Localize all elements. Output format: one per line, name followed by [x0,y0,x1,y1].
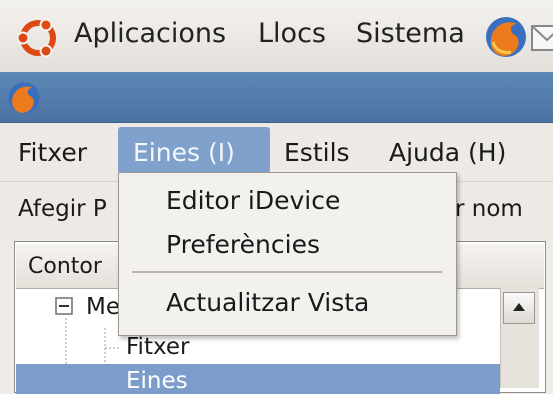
tree-header-label: Contor [28,254,102,279]
menu-separator [132,271,442,273]
firefox-launcher-icon[interactable] [483,14,529,60]
add-page-button[interactable]: Afegir P [18,196,107,222]
firefox-window-icon [8,82,40,114]
selected-row[interactable] [16,364,500,394]
window-titlebar[interactable] [0,72,553,123]
tree-root-node[interactable]: Me [86,294,120,320]
menu-fitxer[interactable]: Fitxer [18,138,87,167]
menu-item-editor-idevice[interactable]: Editor iDevice [166,186,340,215]
collapse-node-icon[interactable] [54,296,76,318]
tree-node-fitxer[interactable]: Fitxer [126,334,189,360]
menu-item-preferences[interactable]: Preferències [166,230,320,259]
rename-button[interactable]: r nom [455,196,523,222]
arrow-up-icon [513,303,525,311]
menu-estils[interactable]: Estils [284,138,350,167]
panel-menu-applications[interactable]: Aplicacions [74,18,226,49]
panel-menu-places[interactable]: Llocs [258,18,326,49]
menu-item-refresh-view[interactable]: Actualitzar Vista [166,288,369,317]
tree-node-eines[interactable]: Eines [126,368,188,394]
ubuntu-logo-icon[interactable] [14,16,64,58]
panel-menu-system[interactable]: Sistema [356,18,465,49]
menu-eines[interactable]: Eines (I) [133,138,235,167]
menu-ajuda[interactable]: Ajuda (H) [389,138,506,167]
mail-launcher-icon[interactable] [530,18,553,58]
